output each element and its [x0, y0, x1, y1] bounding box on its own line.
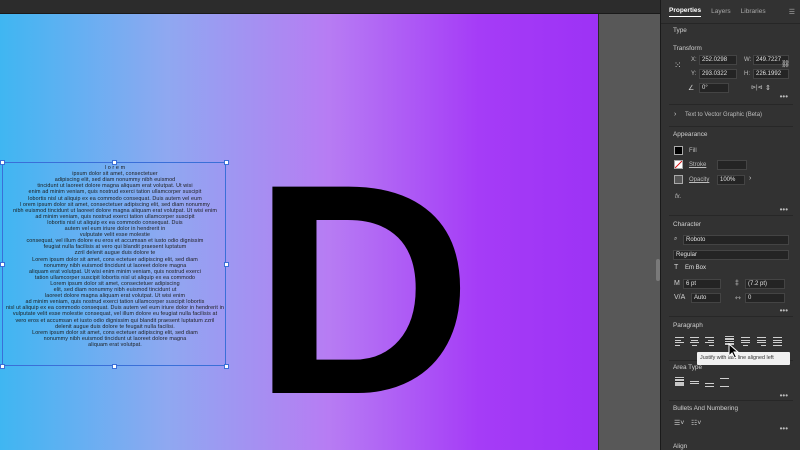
panel-menu-icon[interactable]: ☰	[789, 8, 795, 16]
font-search-icon[interactable]: ⌕	[674, 236, 677, 243]
chevron-right-icon[interactable]: ›	[749, 175, 751, 182]
font-size-icon: M	[674, 280, 680, 287]
link-proportions-icon[interactable]: ⛓	[781, 60, 790, 68]
tracking-icon: ⇿	[735, 295, 741, 302]
flip-horizontal-icon[interactable]: ⊳|⊲	[751, 84, 763, 91]
selection-handle[interactable]	[224, 160, 229, 165]
justify-last-right-button[interactable]	[757, 336, 766, 346]
appearance-title: Appearance	[673, 131, 708, 138]
selection-handle[interactable]	[224, 364, 229, 369]
divider	[669, 126, 793, 127]
more-transform-icon[interactable]: •••	[780, 92, 788, 101]
selection-handle[interactable]	[112, 364, 117, 369]
reference-point-icon[interactable]: ⁙	[674, 60, 682, 71]
mouse-pointer-icon	[728, 343, 740, 359]
area-type-center-align-button[interactable]	[690, 377, 699, 386]
opacity-label[interactable]: Opacity	[689, 177, 709, 183]
glyph-box-field[interactable]: Em Box	[683, 264, 789, 274]
x-label: X:	[691, 57, 697, 63]
y-field[interactable]: 293.0322	[699, 69, 737, 79]
more-appearance-icon[interactable]: •••	[780, 205, 788, 214]
font-size-field[interactable]: 6 pt	[683, 279, 721, 289]
fill-label: Fill	[689, 148, 697, 154]
area-type-justify-button[interactable]	[720, 377, 729, 387]
tracking-field[interactable]: 0	[745, 293, 785, 303]
align-center-button[interactable]	[690, 336, 699, 346]
kerning-field[interactable]: Auto	[691, 293, 721, 303]
divider	[669, 215, 793, 216]
area-type-title: Area Type	[673, 364, 703, 371]
divider	[669, 316, 793, 317]
font-style-field[interactable]: Regular	[673, 250, 789, 260]
x-field[interactable]: 252.0298	[699, 55, 737, 65]
selection-bounding-box[interactable]	[2, 162, 226, 366]
leading-icon: ‡	[735, 280, 739, 287]
y-label: Y:	[691, 71, 697, 77]
stroke-swatch[interactable]	[674, 160, 683, 169]
selection-handle[interactable]	[224, 262, 229, 267]
bullets-title: Bullets And Numbering	[673, 405, 739, 412]
properties-panel: Properties Layers Libraries ☰ Type Trans…	[660, 0, 800, 450]
glyph-box-icon: T	[674, 264, 679, 271]
tab-properties[interactable]: Properties	[669, 7, 702, 17]
numbering-icon[interactable]: ☷˅	[691, 419, 701, 427]
bullets-icon[interactable]: ☰˅	[674, 419, 684, 427]
flip-vertical-icon[interactable]: ⇕	[765, 84, 771, 92]
selection-handle[interactable]	[112, 160, 117, 165]
divider	[669, 400, 793, 401]
pasteboard-area	[598, 14, 660, 450]
tab-libraries[interactable]: Libraries	[741, 8, 766, 15]
fx-button[interactable]: fx.	[675, 194, 681, 200]
stroke-weight-field[interactable]	[717, 160, 747, 170]
align-title: Align	[673, 443, 688, 450]
font-family-field[interactable]: Roboto	[683, 235, 789, 245]
area-type-bottom-align-button[interactable]	[705, 377, 714, 387]
transform-title: Transform	[673, 45, 702, 52]
letter-d-shape[interactable]: D	[252, 139, 473, 439]
justify-all-button[interactable]	[773, 336, 782, 346]
selection-handle[interactable]	[0, 160, 5, 165]
align-right-button[interactable]	[705, 336, 714, 346]
selection-handle[interactable]	[0, 262, 5, 267]
tab-layers[interactable]: Layers	[711, 8, 731, 15]
kerning-icon: V/A	[674, 294, 686, 301]
more-bullets-icon[interactable]: •••	[780, 424, 788, 433]
w-label: W:	[744, 57, 752, 63]
h-field[interactable]: 226.1992	[753, 69, 789, 79]
opacity-icon	[674, 175, 683, 184]
text-to-vector-link[interactable]: Text to Vector Graphic (Beta)	[685, 112, 762, 118]
tooltip: Justify with last line aligned left	[697, 352, 790, 365]
panel-tabs: Properties Layers Libraries ☰	[661, 0, 800, 24]
type-label: Type	[673, 27, 687, 34]
more-character-icon[interactable]: •••	[780, 306, 788, 315]
paragraph-title: Paragraph	[673, 322, 703, 329]
rotate-field[interactable]: 0°	[699, 83, 729, 93]
justify-last-center-button[interactable]	[741, 336, 750, 346]
align-left-button[interactable]	[675, 336, 684, 346]
stroke-label[interactable]: Stroke	[689, 162, 706, 168]
more-area-type-icon[interactable]: •••	[780, 391, 788, 400]
fill-swatch[interactable]	[674, 146, 683, 155]
leading-field[interactable]: (7.2 pt)	[745, 279, 785, 289]
h-label: H:	[744, 71, 750, 77]
character-title: Character	[673, 221, 702, 228]
chevron-right-icon[interactable]: ›	[674, 111, 676, 118]
opacity-field[interactable]: 100%	[717, 175, 745, 185]
area-type-top-align-button[interactable]	[675, 377, 684, 386]
rotate-icon: ∠	[688, 85, 695, 92]
selection-handle[interactable]	[0, 364, 5, 369]
divider	[669, 104, 793, 105]
